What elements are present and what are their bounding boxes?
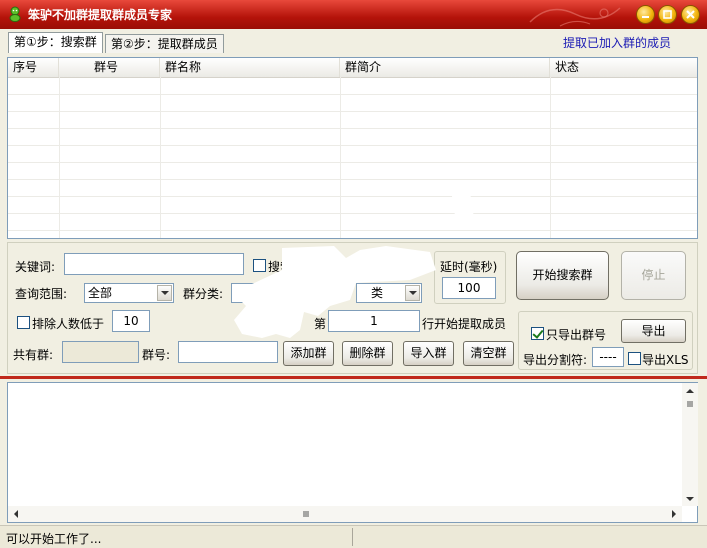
- grid-line: [8, 213, 697, 214]
- chevron-down-icon[interactable]: [405, 285, 420, 301]
- delay-label: 延时(毫秒): [440, 260, 498, 274]
- table-header: 序号 群号 群名称 群简介 状态: [8, 58, 697, 78]
- clear-groups-button[interactable]: 清空群: [463, 341, 514, 366]
- grid-line: [160, 77, 161, 238]
- tab-search-groups[interactable]: 第①步：搜索群: [8, 32, 103, 53]
- group-number-input[interactable]: [178, 341, 278, 363]
- scope-select[interactable]: 全部: [84, 283, 174, 303]
- grid-line: [8, 179, 697, 180]
- grid-line: [8, 145, 697, 146]
- scroll-left-icon[interactable]: [11, 509, 21, 519]
- window-title: 笨驴不加群提取群成员专家: [28, 8, 173, 22]
- keyword-label: 关键词:: [15, 260, 56, 274]
- close-button[interactable]: [681, 5, 700, 24]
- tab-extract-members[interactable]: 第②步：提取群成员: [105, 34, 224, 53]
- grid-line: [8, 94, 697, 95]
- add-group-button[interactable]: 添加群: [283, 341, 334, 366]
- column-header-index[interactable]: 序号: [8, 58, 59, 77]
- grid-line: [8, 196, 697, 197]
- main-window: 笨驴不加群提取群成员专家 第①步：搜索群 第②步：提取群成员 提取已加入群的成员…: [0, 0, 707, 548]
- column-header-group-intro[interactable]: 群简介: [340, 58, 550, 77]
- chevron-down-icon[interactable]: [157, 285, 172, 301]
- start-search-button[interactable]: 开始搜索群: [516, 251, 609, 300]
- maximize-button[interactable]: [658, 5, 677, 24]
- subcategory-select[interactable]: 类: [356, 283, 422, 303]
- grid-line: [8, 128, 697, 129]
- grid-line: [8, 230, 697, 231]
- keyword-input[interactable]: [64, 253, 244, 275]
- grid-line: [340, 77, 341, 238]
- delete-group-button[interactable]: 删除群: [342, 341, 393, 366]
- import-group-button[interactable]: 导入群: [403, 341, 454, 366]
- title-decoration-icon: [529, 7, 621, 27]
- total-groups-label: 共有群:: [13, 348, 54, 362]
- scroll-grip-icon[interactable]: [301, 509, 311, 519]
- only-export-group-number-label: 只导出群号: [546, 328, 607, 342]
- extract-joined-link[interactable]: 提取已加入群的成员: [563, 34, 671, 51]
- scroll-up-icon[interactable]: [685, 386, 695, 396]
- grid-line: [550, 77, 551, 238]
- grid-line: [8, 162, 697, 163]
- group-number-label: 群号:: [142, 348, 171, 362]
- stop-button[interactable]: 停止: [621, 251, 686, 300]
- maximize-icon: [663, 10, 672, 19]
- scope-select-value: 全部: [88, 286, 113, 300]
- scroll-grip-icon[interactable]: [685, 399, 695, 409]
- scope-label: 查询范围:: [15, 287, 68, 301]
- grid-line: [8, 111, 697, 112]
- total-groups-value: [62, 341, 139, 363]
- start-row-input[interactable]: [328, 310, 420, 332]
- search-checkbox[interactable]: [253, 259, 266, 272]
- start-row-suffix: 行开始提取成员: [422, 317, 507, 331]
- category-label: 群分类:: [183, 287, 224, 301]
- start-row-prefix: 第: [314, 317, 327, 331]
- vertical-scrollbar[interactable]: [682, 383, 698, 506]
- minimize-icon: [642, 16, 649, 18]
- exclude-small-groups-label: 排除人数低于: [32, 317, 105, 331]
- group-results-table[interactable]: 序号 群号 群名称 群简介 状态: [7, 57, 698, 239]
- status-divider: [352, 528, 353, 546]
- app-icon: [9, 6, 21, 22]
- log-textarea[interactable]: [7, 382, 698, 523]
- delay-input[interactable]: [442, 277, 496, 299]
- scroll-right-icon[interactable]: [669, 509, 679, 519]
- separator-input[interactable]: [592, 347, 624, 367]
- close-icon: [686, 10, 695, 19]
- status-bar: 可以开始工作了...: [0, 525, 707, 548]
- column-header-group-number[interactable]: 群号: [59, 58, 160, 77]
- horizontal-scrollbar[interactable]: [8, 506, 682, 522]
- column-header-group-name[interactable]: 群名称: [160, 58, 340, 77]
- grid-line: [59, 77, 60, 238]
- subcategory-select-value: 类: [371, 286, 384, 300]
- scroll-down-icon[interactable]: [685, 494, 695, 504]
- search-checkbox-label: 搜索: [268, 260, 293, 274]
- minimize-button[interactable]: [636, 5, 655, 24]
- exclude-small-groups-checkbox[interactable]: [17, 316, 30, 329]
- column-header-status[interactable]: 状态: [550, 58, 697, 77]
- title-bar[interactable]: 笨驴不加群提取群成员专家: [0, 0, 707, 29]
- export-xls-label: 导出XLS: [642, 353, 689, 367]
- category-select[interactable]: [231, 283, 301, 303]
- panel-splitter[interactable]: [0, 376, 707, 379]
- only-export-group-number-checkbox[interactable]: [531, 327, 544, 340]
- export-xls-checkbox[interactable]: [628, 352, 641, 365]
- export-button[interactable]: 导出: [621, 319, 686, 343]
- status-text: 可以开始工作了...: [6, 532, 102, 546]
- separator-label: 导出分割符:: [523, 353, 588, 367]
- exclude-count-input[interactable]: [112, 310, 150, 332]
